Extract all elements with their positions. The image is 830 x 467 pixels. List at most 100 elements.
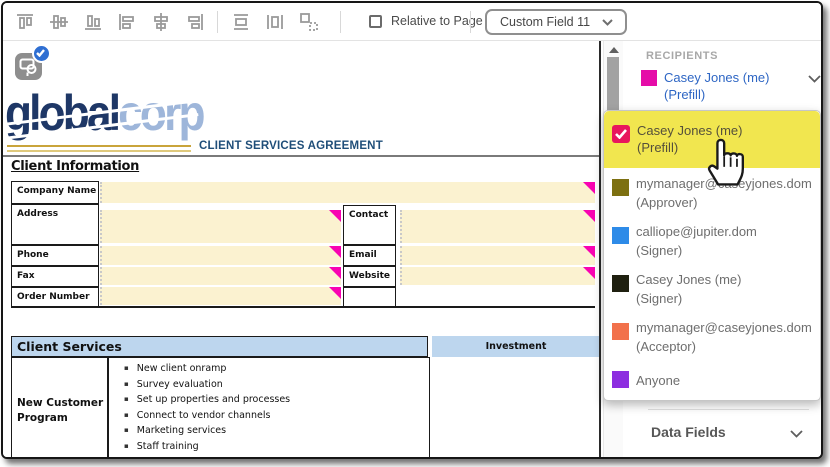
email-field[interactable] bbox=[400, 246, 595, 265]
recipient-color-swatch bbox=[612, 323, 629, 340]
relative-to-page-label: Relative to Page bbox=[391, 14, 483, 28]
relative-to-page-checkbox[interactable] bbox=[369, 15, 382, 28]
phone-label-cell: Phone bbox=[11, 245, 99, 266]
list-item: New client onramp bbox=[124, 361, 429, 377]
align-bottom-icon bbox=[83, 12, 103, 32]
recipient-role: (Acceptor) bbox=[636, 337, 696, 356]
contact-label-cell: Contact bbox=[343, 205, 396, 245]
checkmark-icon bbox=[615, 129, 627, 139]
chevron-down-icon bbox=[602, 19, 613, 26]
order-number-field[interactable] bbox=[100, 287, 341, 305]
company-name-label-cell: Company Name bbox=[11, 181, 99, 204]
selected-recipient-role: (Prefill) bbox=[664, 87, 705, 102]
recipient-role: (Signer) bbox=[636, 241, 682, 260]
align-left-icon bbox=[117, 12, 137, 32]
menu-item-recipient-5[interactable]: mymanager@caseyjones.dom (Acceptor) bbox=[604, 321, 820, 369]
fax-label-cell: Fax bbox=[11, 266, 99, 287]
toolbar-separator bbox=[340, 11, 341, 33]
investment-header-cell: Investment bbox=[432, 336, 600, 357]
recipients-section-label: RECIPIENTS bbox=[646, 50, 718, 62]
data-fields-section-header[interactable]: Data Fields bbox=[651, 424, 726, 440]
client-services-header-cell: Client Services bbox=[11, 336, 428, 357]
contact-field[interactable] bbox=[400, 210, 595, 243]
selected-recipient-row[interactable]: Casey Jones (me) (Prefill) bbox=[641, 68, 813, 110]
empty-label-cell bbox=[343, 287, 396, 307]
align-left-button[interactable] bbox=[117, 12, 137, 32]
toolbar-separator bbox=[217, 11, 218, 33]
align-horizontal-center-icon bbox=[151, 12, 171, 32]
recipient-role: (Prefill) bbox=[637, 140, 678, 155]
scrollbar-thumb[interactable] bbox=[607, 57, 619, 111]
document-right-edge bbox=[599, 41, 601, 457]
scroll-up-arrow-icon[interactable] bbox=[609, 47, 619, 53]
address-field[interactable] bbox=[100, 210, 341, 243]
menu-item-recipient-1[interactable]: Casey Jones (me) (Prefill) bbox=[604, 111, 820, 168]
distribute-vertically-button[interactable] bbox=[231, 12, 251, 32]
align-horizontal-center-button[interactable] bbox=[151, 12, 171, 32]
recipient-name: mymanager@caseyjones.dom bbox=[636, 318, 812, 337]
fax-field[interactable] bbox=[100, 267, 341, 285]
recipient-name: Casey Jones (me) bbox=[636, 270, 741, 289]
recipient-color-swatch bbox=[641, 70, 657, 86]
list-item: Staff training bbox=[124, 439, 429, 455]
chevron-down-icon[interactable] bbox=[790, 430, 803, 438]
align-vertical-center-icon bbox=[49, 12, 69, 32]
recipient-role: (Approver) bbox=[636, 193, 697, 212]
order-number-label-cell: Order Number bbox=[11, 287, 99, 308]
list-item: Survey evaluation bbox=[124, 377, 429, 393]
client-information-heading: Client Information bbox=[11, 159, 139, 174]
selected-recipient-name: Casey Jones (me) bbox=[664, 68, 769, 87]
recipient-role: (Signer) bbox=[636, 289, 682, 308]
menu-item-recipient-6[interactable]: Anyone bbox=[604, 369, 820, 417]
match-size-button[interactable] bbox=[299, 12, 319, 32]
list-item: Customer service 24/7/365 bbox=[124, 455, 429, 457]
company-name-field[interactable] bbox=[100, 182, 595, 203]
recipient-name: mymanager@caseyjones.dom bbox=[636, 174, 812, 193]
verified-check-badge bbox=[32, 44, 51, 63]
field-toolbar: Relative to Page Custom Field 11 bbox=[3, 3, 821, 41]
selected-checkbox[interactable] bbox=[612, 125, 630, 143]
recipient-color-swatch bbox=[612, 275, 629, 292]
custom-field-dropdown[interactable]: Custom Field 11 bbox=[485, 9, 627, 35]
menu-item-recipient-4[interactable]: Casey Jones (me) (Signer) bbox=[604, 273, 820, 321]
program-label-cell: New Customer Program bbox=[11, 357, 109, 457]
align-top-icon bbox=[15, 12, 35, 32]
logo-word-corp: corp bbox=[118, 84, 202, 140]
distribute-horizontally-icon bbox=[265, 12, 285, 32]
document-page: globalcorp CLIENT SERVICES AGREEMENT Cli… bbox=[3, 41, 600, 457]
checkmark-icon bbox=[36, 49, 45, 57]
menu-item-recipient-3[interactable]: calliope@jupiter.dom (Signer) bbox=[604, 225, 820, 273]
app-window: Relative to Page Custom Field 11 globalc… bbox=[1, 1, 823, 459]
recipient-name: calliope@jupiter.dom bbox=[636, 222, 757, 241]
services-bullet-list: New client onramp Survey evaluation Set … bbox=[107, 357, 430, 457]
align-top-button[interactable] bbox=[15, 12, 35, 32]
globalcorp-logo: globalcorp bbox=[5, 81, 193, 151]
menu-item-recipient-2[interactable]: mymanager@caseyjones.dom (Approver) bbox=[604, 177, 820, 225]
align-bottom-button[interactable] bbox=[83, 12, 103, 32]
align-right-button[interactable] bbox=[185, 12, 205, 32]
toolbar-separator bbox=[470, 11, 471, 33]
align-right-icon bbox=[185, 12, 205, 32]
recipient-name: Anyone bbox=[636, 371, 680, 390]
distribute-horizontally-button[interactable] bbox=[265, 12, 285, 32]
chevron-down-icon[interactable] bbox=[808, 75, 821, 83]
website-label-cell: Website bbox=[343, 266, 396, 287]
recipient-color-swatch bbox=[612, 227, 629, 244]
title-rule bbox=[3, 155, 600, 157]
list-item: Connect to vendor channels bbox=[124, 408, 429, 424]
email-label-cell: Email bbox=[343, 245, 396, 266]
logo-underline bbox=[7, 145, 191, 152]
custom-field-dropdown-value: Custom Field 11 bbox=[500, 15, 590, 29]
table-bottom-rule bbox=[11, 306, 595, 308]
website-field[interactable] bbox=[400, 267, 595, 285]
recipient-color-swatch bbox=[612, 179, 629, 196]
recipient-color-swatch bbox=[612, 371, 629, 388]
list-item: Set up properties and processes bbox=[124, 392, 429, 408]
phone-field[interactable] bbox=[100, 246, 341, 265]
document-title: CLIENT SERVICES AGREEMENT bbox=[199, 140, 383, 152]
recipient-name: Casey Jones (me) bbox=[637, 121, 742, 140]
align-vertical-center-button[interactable] bbox=[49, 12, 69, 32]
distribute-vertically-icon bbox=[231, 12, 251, 32]
address-label-cell: Address bbox=[11, 204, 99, 245]
match-size-icon bbox=[299, 12, 319, 32]
